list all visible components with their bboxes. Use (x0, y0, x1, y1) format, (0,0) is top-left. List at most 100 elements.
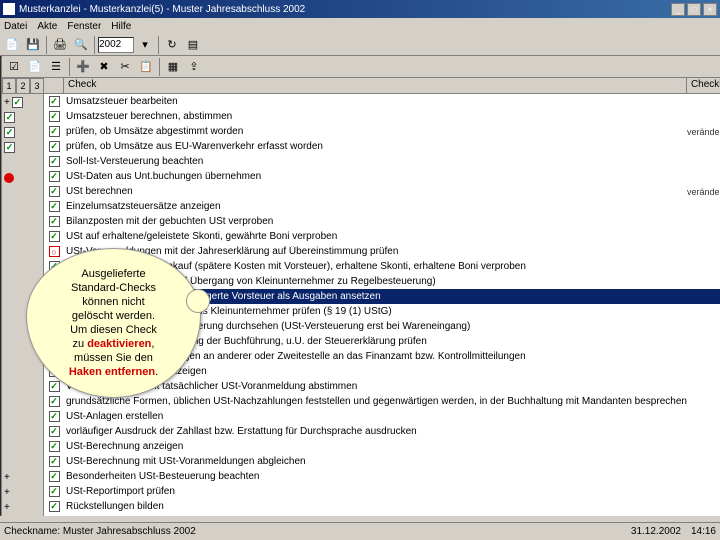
tool-icon[interactable]: ▤ (183, 35, 203, 55)
list-icon[interactable]: ☰ (46, 57, 66, 77)
checkbox[interactable]: ✓ (49, 486, 60, 497)
checkbox[interactable]: ✓ (49, 126, 60, 137)
check-row[interactable]: ✓ USt berechnenverändert (44, 184, 720, 199)
check-row[interactable]: ✓ Rückstellungen bilden (44, 499, 720, 514)
check-text: USt-Voranmeldungen mit der Jahreserkläru… (64, 246, 687, 257)
save-icon[interactable]: 💾 (23, 35, 43, 55)
preview-icon[interactable]: 🔍 (71, 35, 91, 55)
level-tab-3[interactable]: 3 (30, 78, 44, 94)
secondary-checkbox[interactable]: ✓ (4, 142, 15, 153)
col-check[interactable]: Check (64, 78, 687, 93)
checkbox[interactable]: ✓ (49, 396, 60, 407)
check-row[interactable]: ✓USt-Berechnung mit USt-Voranmeldungen a… (44, 454, 720, 469)
check-text: Rückstellungen bilden (64, 501, 687, 512)
menu-fenster[interactable]: Fenster (67, 21, 101, 32)
checkbox[interactable]: ✓ (49, 156, 60, 167)
delete-icon[interactable]: ✖ (94, 57, 114, 77)
checkbox[interactable]: ✓ (49, 426, 60, 437)
checkbox[interactable]: ○ (49, 246, 60, 257)
expand-icon[interactable]: + (4, 97, 10, 108)
refresh-icon[interactable]: ↻ (162, 35, 182, 55)
export-icon[interactable]: ⇪ (184, 57, 204, 77)
secondary-checkbox[interactable]: ✓ (12, 97, 23, 108)
check-row[interactable]: ✓Steuerrückstellungen bilden (44, 514, 720, 516)
check-row[interactable]: ✓ grundsätzliche Formen, üblichen USt-Nac… (44, 394, 720, 409)
expand-icon[interactable]: + (4, 472, 10, 483)
checkbox[interactable]: ✓ (49, 171, 60, 182)
check-text: Umsatzsteuer berechnen, abstimmen (64, 111, 687, 122)
folder-tree[interactable]: -Druckakte-QualitätsmanagementCheckliste… (1, 71, 2, 231)
tree-pane: Druckakte -Druckakte-Qualitätsmanagement… (0, 56, 2, 516)
add-icon[interactable]: ➕ (73, 57, 93, 77)
page-icon[interactable]: 📄 (25, 57, 45, 77)
check-note: verändert (687, 187, 720, 197)
check-row[interactable]: ✓Bilanzposten mit der gebuchten USt verp… (44, 214, 720, 229)
check-text: Einzelumsatzsteuersätze anzeigen (64, 201, 687, 212)
check-text: prüfen, ob Umsätze abgestimmt worden (64, 126, 687, 137)
check-row[interactable]: ✓Besonderheiten USt-Besteuerung beachten (44, 469, 720, 484)
checkbox[interactable]: ✓ (49, 441, 60, 452)
checkbox[interactable]: ✓ (49, 411, 60, 422)
expand-icon[interactable]: + (4, 487, 10, 498)
menu-akte[interactable]: Akte (37, 21, 57, 32)
checkbox[interactable]: ✓ (49, 111, 60, 122)
check-row[interactable]: ✓Soll-Ist-Versteuerung beachten (44, 154, 720, 169)
checkbox[interactable]: ✓ (49, 231, 60, 242)
check-row[interactable]: ✓USt-Daten aus Unt.buchungen übernehmen (44, 169, 720, 184)
check-row[interactable]: ✓ USt-Reportimport prüfen (44, 484, 720, 499)
level-tab-2[interactable]: 2 (16, 78, 30, 94)
check-text: prüfen, ob Umsätze aus EU-Warenverkehr e… (64, 141, 687, 152)
check-row[interactable]: ✓ USt-Berechnung anzeigen (44, 439, 720, 454)
menu-datei[interactable]: Datei (4, 21, 27, 32)
year-dropdown-icon[interactable]: ▾ (135, 35, 155, 55)
checkbox[interactable]: ✓ (49, 201, 60, 212)
checkbox[interactable]: ✓ (49, 381, 60, 392)
sub-toolbar: ☑ 📄 ☰ ➕ ✖ ✂ 📋 ▦ ⇪ (2, 56, 720, 78)
window-title: Musterkanzlei - Musterkanzlei(5) - Muste… (19, 4, 305, 15)
print-icon[interactable]: 🖨 (50, 35, 70, 55)
check-row[interactable]: ✓prüfen, ob Umsätze abgestimmt wordenver… (44, 124, 720, 139)
expand-icon[interactable]: + (4, 502, 10, 513)
main-toolbar: 📄 💾 🖨 🔍 ▾ ↻ ▤ (0, 34, 720, 56)
check-text: USt-Reportimport prüfen (64, 486, 687, 497)
check-text: Umsatzsteuer bearbeiten (64, 96, 687, 107)
level-tab-1[interactable]: 1 (2, 78, 16, 94)
checkbox[interactable]: ✓ (49, 501, 60, 512)
menu-hilfe[interactable]: Hilfe (111, 21, 131, 32)
checkbox[interactable]: ✓ (49, 471, 60, 482)
cut-icon[interactable]: ✂ (115, 57, 135, 77)
col-checklist[interactable]: Checklist (687, 78, 720, 93)
minimize-button[interactable]: _ (671, 3, 685, 16)
close-button[interactable]: × (703, 3, 717, 16)
check-row[interactable]: ✓ Umsatzsteuer bearbeiten (44, 94, 720, 109)
marker-icon (4, 173, 14, 183)
check-row[interactable]: ✓ USt-Anlagen erstellen (44, 409, 720, 424)
checkbox[interactable]: ✓ (49, 216, 60, 227)
check-row[interactable]: ✓vorläufiger Ausdruck der Zahllast bzw. … (44, 424, 720, 439)
check-text: USt berechnen (64, 186, 687, 197)
statusbar: Checkname: Muster Jahresabschluss 2002 3… (0, 522, 720, 540)
checkbox[interactable]: ✓ (49, 456, 60, 467)
status-date: 31.12.2002 (631, 526, 681, 537)
secondary-checkbox[interactable]: ✓ (4, 127, 15, 138)
check-row[interactable]: ✓ Einzelumsatzsteuersätze anzeigen (44, 199, 720, 214)
status-time: 14:16 (691, 526, 716, 537)
check-row[interactable]: ✓ Umsatzsteuer berechnen, abstimmen (44, 109, 720, 124)
wizard-icon[interactable]: ☑ (4, 57, 24, 77)
check-row[interactable]: ✓USt auf erhaltene/geleistete Skonti, ge… (44, 229, 720, 244)
checkbox[interactable]: ✓ (49, 96, 60, 107)
check-text: USt-Berechnung anzeigen (64, 441, 687, 452)
new-doc-icon[interactable]: 📄 (2, 35, 22, 55)
props-icon[interactable]: ▦ (163, 57, 183, 77)
check-row[interactable]: ✓ prüfen, ob Umsätze aus EU-Warenverkehr … (44, 139, 720, 154)
maximize-button[interactable]: □ (687, 3, 701, 16)
copy-icon[interactable]: 📋 (136, 57, 156, 77)
check-text: USt-Anlagen erstellen (64, 411, 687, 422)
secondary-checkbox[interactable]: ✓ (4, 112, 15, 123)
list-header: 1 2 3 Check Checklist (2, 78, 720, 94)
year-input[interactable] (98, 37, 134, 53)
checkbox[interactable]: ✓ (49, 141, 60, 152)
help-callout: Ausgelieferte Standard-Checks können nic… (26, 248, 201, 398)
check-text: grundsätzliche Formen, üblichen USt-Nach… (64, 396, 687, 407)
checkbox[interactable]: ✓ (49, 186, 60, 197)
